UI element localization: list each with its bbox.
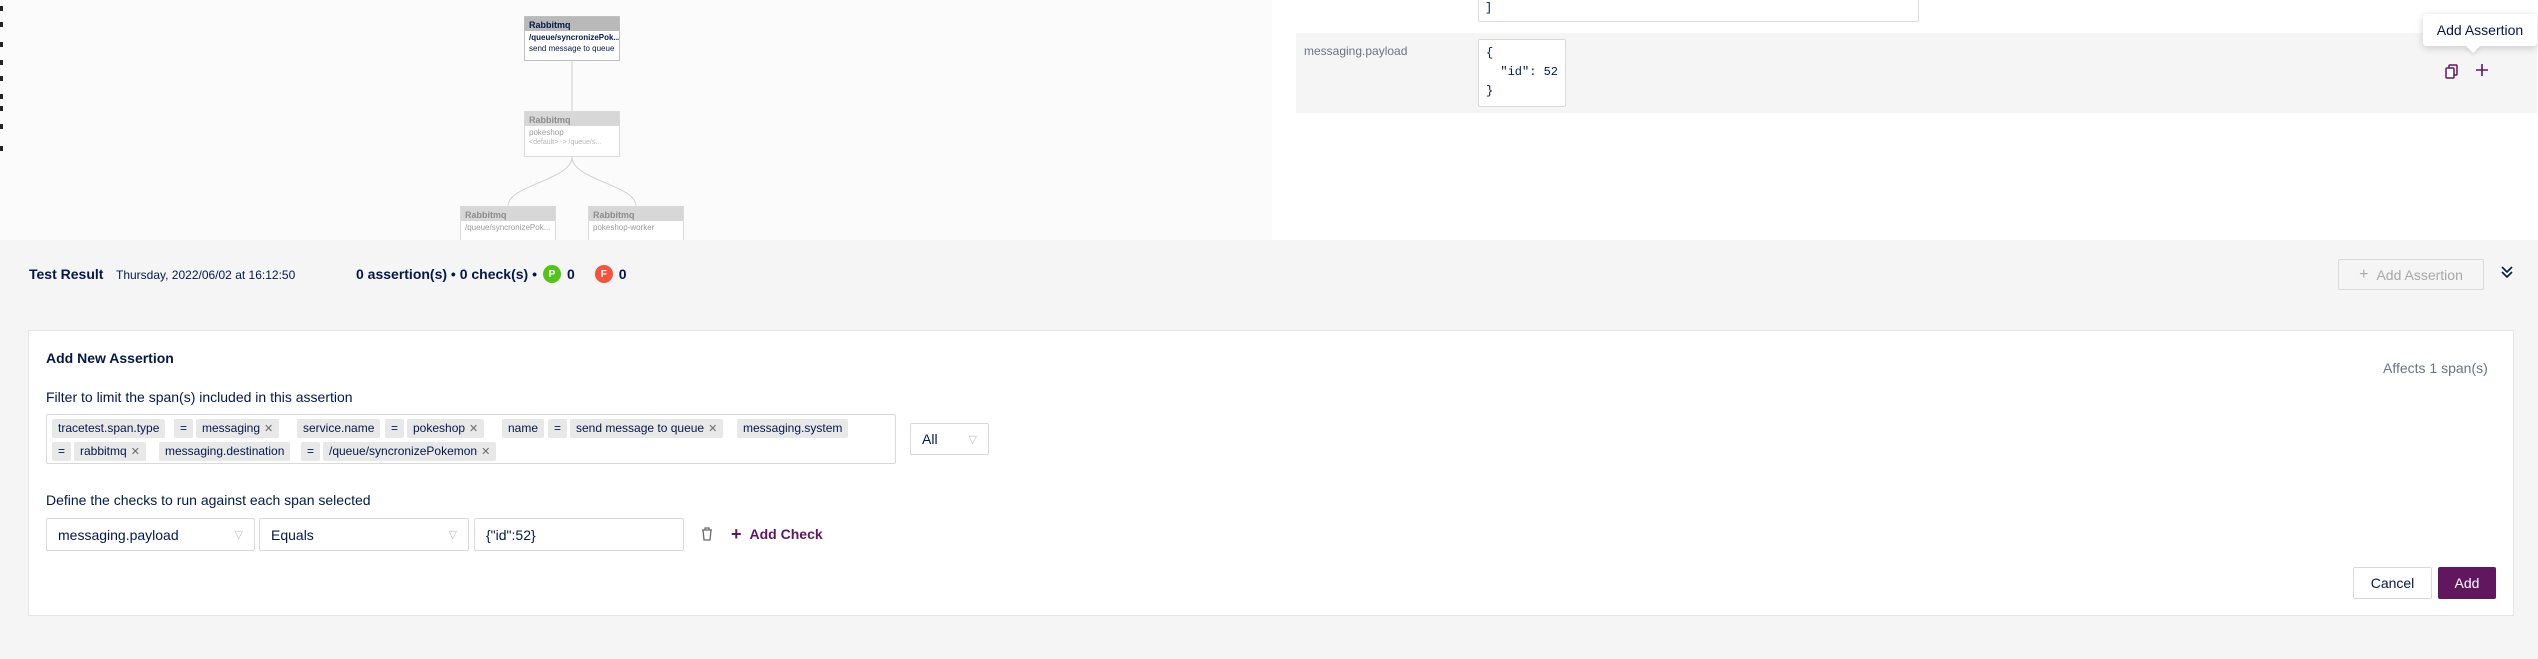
- assertion-form-card: [28, 330, 2514, 616]
- span-node-type: Rabbitmq: [525, 112, 619, 126]
- filter-tag[interactable]: =: [385, 419, 405, 438]
- filter-tag-text: /queue/syncronizePokemon: [329, 444, 478, 458]
- filter-tag-text: =: [391, 421, 399, 435]
- summary-text: 0 assertion(s) • 0 check(s) •: [356, 266, 537, 282]
- code-line: {: [1486, 46, 1494, 60]
- chevron-down-icon: ▽: [968, 433, 977, 446]
- cancel-button[interactable]: Cancel: [2353, 567, 2432, 599]
- add-check-label: Add Check: [749, 526, 823, 542]
- span-node-pokeshop[interactable]: Rabbitmq pokeshop <default> -> /queue/s.…: [524, 111, 620, 157]
- add-label: Add: [2454, 575, 2480, 591]
- remove-tag-icon[interactable]: ✕: [708, 423, 717, 435]
- checks-label: Define the checks to run against each sp…: [46, 492, 371, 508]
- failed-count: 0: [618, 266, 627, 282]
- add-button[interactable]: Add: [2438, 567, 2496, 599]
- filter-tag[interactable]: send message to queue ✕: [570, 419, 724, 438]
- span-node-name: /queue/syncronizePok...: [529, 33, 619, 42]
- remove-tag-icon[interactable]: ✕: [264, 423, 273, 435]
- diagram-edges: [507, 61, 637, 207]
- filter-tag[interactable]: service.name: [297, 419, 381, 438]
- filter-tag-text: send message to queue: [576, 421, 705, 435]
- span-filter-input[interactable]: tracetest.span.type = messaging ✕ service…: [46, 414, 896, 464]
- filter-tag-text: rabbitmq: [80, 444, 127, 458]
- tooltip-text: Add Assertion: [2436, 22, 2524, 38]
- filter-tag[interactable]: name: [502, 419, 545, 438]
- copy-icon[interactable]: [2445, 64, 2459, 85]
- span-node-name: pokeshop-worker: [593, 223, 655, 232]
- check-operator-value: Equals: [271, 526, 314, 543]
- filter-tag[interactable]: messaging ✕: [196, 419, 280, 438]
- span-node-left[interactable]: Rabbitmq /queue/syncronizePok...: [460, 206, 556, 240]
- filter-tag-text: =: [58, 444, 66, 458]
- span-node-detail: send message to queue: [529, 44, 615, 53]
- attribute-value-previous: ]: [1478, 0, 1919, 22]
- passed-badge: P: [543, 265, 561, 283]
- chevron-down-icon: ▽: [448, 529, 457, 541]
- scope-select[interactable]: All ▽: [910, 423, 989, 455]
- plus-icon: +: [2359, 265, 2369, 283]
- filter-tag[interactable]: messaging.destination: [159, 442, 291, 461]
- filter-tag-text: messaging: [202, 421, 261, 435]
- filter-label: Filter to limit the span(s) included in …: [46, 389, 353, 405]
- attribute-value-payload: { "id": 52 }: [1478, 39, 1566, 107]
- filter-tag-text: tracetest.span.type: [58, 421, 160, 435]
- failed-badge: F: [594, 265, 613, 283]
- filter-tag[interactable]: messaging.system: [737, 419, 849, 438]
- filter-tag-text: =: [554, 421, 562, 435]
- filter-tag[interactable]: /queue/syncronizePokemon ✕: [323, 442, 497, 461]
- span-node-detail: <default> -> /queue/s...: [529, 139, 602, 146]
- add-assertion-label: Add Assertion: [2376, 266, 2463, 283]
- plus-icon[interactable]: [2474, 62, 2490, 83]
- scope-value: All: [922, 431, 938, 447]
- filter-tag[interactable]: pokeshop ✕: [407, 419, 485, 438]
- filter-tag-text: =: [180, 421, 188, 435]
- attribute-key: messaging.payload: [1304, 44, 1408, 58]
- form-title: Add New Assertion: [46, 350, 174, 366]
- span-node-name: pokeshop: [529, 128, 564, 137]
- code-bracket: ]: [1485, 1, 1493, 15]
- chevron-down-icon: ▽: [234, 529, 243, 541]
- check-value-input[interactable]: {"id":52}: [474, 518, 684, 551]
- add-assertion-button[interactable]: + Add Assertion: [2338, 259, 2484, 290]
- result-summary: 0 assertion(s) • 0 check(s) • P 0 F 0: [356, 265, 627, 283]
- check-attribute-select[interactable]: messaging.payload ▽: [46, 518, 255, 551]
- cancel-label: Cancel: [2370, 575, 2415, 591]
- filter-tag-text: messaging.destination: [165, 444, 285, 458]
- delete-icon[interactable]: [700, 526, 714, 547]
- filter-tag-text: messaging.system: [743, 421, 843, 435]
- check-operator-select[interactable]: Equals ▽: [259, 518, 469, 551]
- check-attribute-value: messaging.payload: [58, 526, 179, 543]
- check-value-text: {"id":52}: [486, 526, 536, 543]
- passed-count: 0: [567, 266, 575, 282]
- filter-tag-text: name: [508, 421, 539, 435]
- filter-tag[interactable]: =: [548, 419, 568, 438]
- trace-diagram[interactable]: Rabbitmq /queue/syncronizePok... send me…: [0, 0, 1272, 240]
- span-node-type: Rabbitmq: [589, 207, 683, 221]
- span-node-right[interactable]: Rabbitmq pokeshop-worker: [588, 206, 684, 240]
- filter-tag[interactable]: =: [52, 442, 72, 461]
- affects-count: Affects 1 span(s): [2383, 360, 2488, 376]
- filter-tag-text: =: [307, 444, 315, 458]
- code-line: "id": 52: [1486, 65, 1559, 79]
- add-assertion-tooltip: Add Assertion: [2423, 14, 2537, 46]
- filter-tag[interactable]: =: [174, 419, 194, 438]
- filter-tag[interactable]: =: [301, 442, 321, 461]
- add-check-button[interactable]: + Add Check: [731, 524, 823, 544]
- filter-tag[interactable]: tracetest.span.type: [52, 419, 166, 438]
- filter-tag-text: pokeshop: [413, 421, 466, 435]
- span-node-name: /queue/syncronizePok...: [465, 223, 551, 232]
- result-timestamp: Thursday, 2022/06/02 at 16:12:50: [116, 268, 296, 282]
- span-node-type: Rabbitmq: [461, 207, 555, 221]
- filter-tag[interactable]: rabbitmq ✕: [74, 442, 146, 461]
- result-title: Test Result: [29, 266, 104, 282]
- span-node-type: Rabbitmq: [525, 17, 619, 31]
- code-line: }: [1486, 84, 1494, 98]
- remove-tag-icon[interactable]: ✕: [469, 423, 478, 435]
- collapse-icon[interactable]: [2500, 264, 2514, 285]
- remove-tag-icon[interactable]: ✕: [131, 446, 140, 458]
- span-node-active[interactable]: Rabbitmq /queue/syncronizePok... send me…: [524, 16, 620, 61]
- remove-tag-icon[interactable]: ✕: [481, 446, 490, 458]
- plus-icon: +: [731, 524, 742, 544]
- filter-tag-text: service.name: [303, 421, 375, 435]
